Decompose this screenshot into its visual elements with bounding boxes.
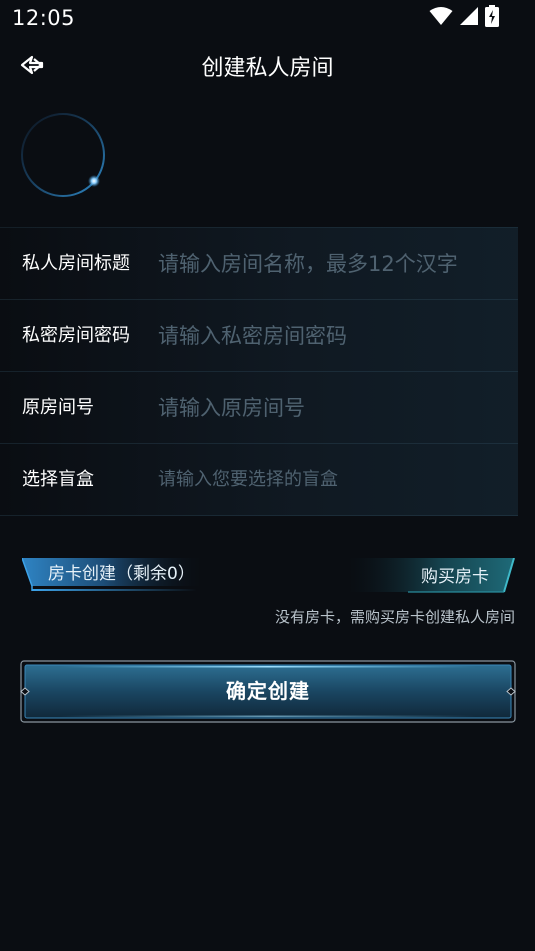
room-title-input[interactable] [158,228,500,299]
room-password-input[interactable] [158,300,500,371]
original-room-input[interactable] [158,372,500,443]
loading-ring-icon [21,113,105,197]
form-row-room-password: 私密房间密码 [0,300,518,372]
status-time: 12:05 [12,6,76,30]
create-private-room-screen: 12:05 创建私人房间 私人房间标题 请输入房间名称，最多12个汉字 私密房间… [0,0,535,951]
room-card-create-tag[interactable]: 房卡创建（剩余0） [22,558,202,594]
page-title: 创建私人房间 [201,56,334,81]
room-title-label: 私人房间标题 [22,253,130,274]
buy-room-card-label: 购买房卡 [421,567,489,587]
battery-charging-icon [485,5,499,31]
wifi-icon [429,6,453,30]
buy-room-card-button[interactable]: 购买房卡 [348,558,516,594]
blind-box-input[interactable] [158,444,500,515]
blind-box-label: 选择盲盒 [22,469,94,490]
room-password-label: 私密房间密码 [22,325,130,346]
form-row-room-title: 私人房间标题 [0,227,518,300]
form-row-blind-box: 选择盲盒 [0,444,518,516]
room-form: 私人房间标题 私密房间密码 原房间号 选择盲盒 [0,227,518,516]
no-card-hint: 没有房卡，需购买房卡创建私人房间 [274,608,515,626]
form-row-original-room: 原房间号 [0,372,518,444]
room-cover-upload[interactable] [18,112,108,202]
status-bar: 12:05 [0,0,535,36]
confirm-create-label: 确定创建 [226,679,310,703]
signal-icon [459,6,479,30]
confirm-create-button[interactable]: 确定创建 [20,660,516,723]
original-room-label: 原房间号 [22,397,94,418]
room-card-create-label: 房卡创建（剩余0） [48,564,195,584]
status-icons [429,5,499,31]
